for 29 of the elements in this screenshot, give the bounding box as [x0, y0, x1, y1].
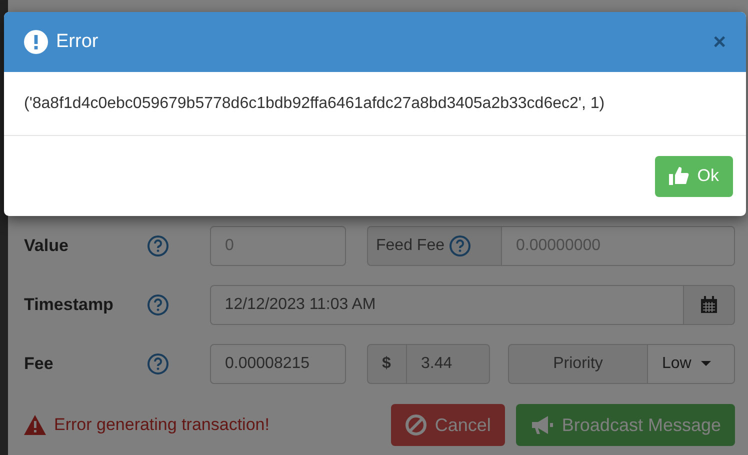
help-icon[interactable] — [146, 294, 169, 316]
priority-dropdown[interactable]: Low — [648, 344, 735, 384]
error-message: Error generating transaction! — [54, 415, 270, 436]
currency-addon: $ — [367, 344, 407, 384]
warning-icon — [24, 415, 46, 436]
ban-icon — [404, 414, 427, 436]
field-label: Value — [24, 236, 70, 256]
usd-input[interactable]: 3.44 — [407, 344, 490, 384]
close-button[interactable]: × — [713, 29, 726, 55]
help-icon[interactable] — [147, 353, 169, 376]
exclamation-icon — [24, 30, 48, 54]
help-icon[interactable] — [449, 234, 472, 257]
ok-button[interactable]: Ok — [655, 156, 733, 196]
calendar-icon — [700, 296, 718, 314]
megaphone-icon — [530, 415, 554, 436]
addon-label: Feed Fee — [376, 236, 444, 255]
cancel-button[interactable]: Cancel — [390, 404, 505, 446]
field-label: Timestamp — [24, 294, 114, 315]
dialog-title: Error — [56, 31, 100, 53]
error-text: ('8a8f1d4c0ebc059679b5778d6c1bdb92ffa6461afdc27a8bd3405a2b33cd6ec2', 1) — [24, 94, 605, 112]
caret-icon — [701, 361, 712, 368]
field-label: Fee — [24, 354, 54, 374]
calendar-button[interactable] — [684, 284, 736, 325]
fee-input[interactable]: 0.00008215 — [210, 344, 346, 384]
thumbs-up-icon — [669, 166, 690, 186]
help-icon[interactable] — [147, 234, 169, 257]
broadcast-button[interactable]: Broadcast Message — [516, 404, 735, 446]
timestamp-input[interactable]: 12/12/2023 11:03 AM — [210, 284, 684, 325]
priority-addon: Priority — [508, 344, 648, 384]
